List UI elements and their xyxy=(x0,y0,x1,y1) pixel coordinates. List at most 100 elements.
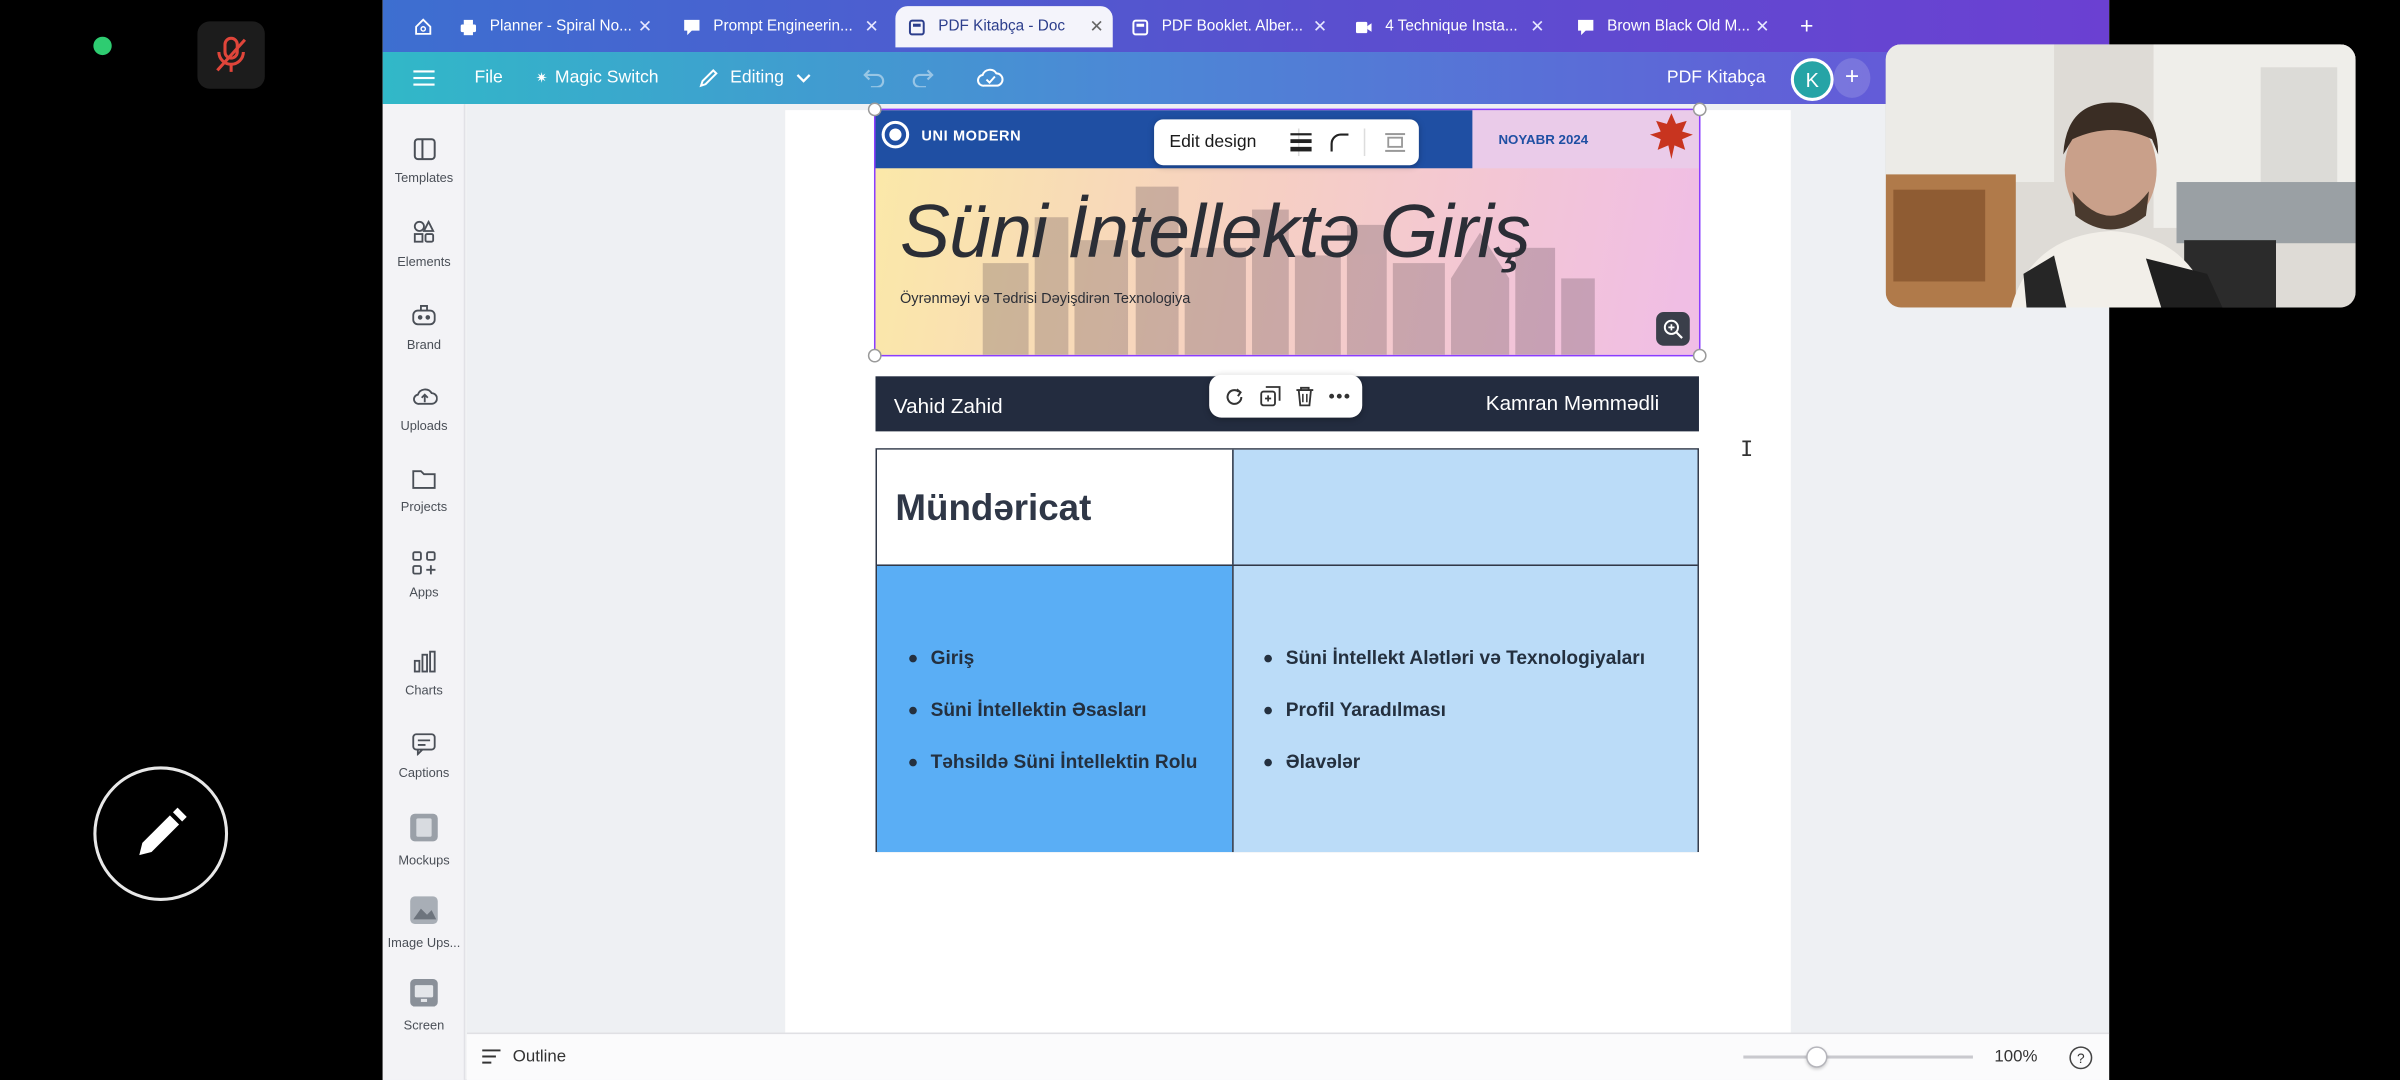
position-icon[interactable] xyxy=(1384,132,1407,153)
sidebar-item-label: Captions xyxy=(398,764,450,781)
tab-pdf-kitabca[interactable]: PDF Kitabça - Doc ✕ xyxy=(895,6,1113,48)
uploads-icon xyxy=(412,388,437,405)
sidebar-item-mockups[interactable]: Mockups xyxy=(383,812,466,867)
sidebar-item-label: Templates xyxy=(394,169,454,186)
magic-switch-button[interactable]: ✷ Magic Switch xyxy=(536,52,659,104)
tab-technique-insta[interactable]: 4 Technique Insta... ✕ xyxy=(1342,6,1553,47)
webcam-person-feed xyxy=(1885,44,2356,308)
sidebar-item-apps[interactable]: Apps xyxy=(383,551,466,600)
tab-brown-black[interactable]: Brown Black Old M... ✕ xyxy=(1564,6,1778,47)
avatar[interactable]: K xyxy=(1790,58,1834,101)
camera-active-indicator xyxy=(93,36,112,56)
file-menu[interactable]: File xyxy=(474,52,502,104)
close-tab-icon[interactable]: ✕ xyxy=(1089,17,1103,36)
table-of-contents[interactable]: Mündəricat Giriş Süni İntellektin Əsasla… xyxy=(875,448,1699,853)
sidebar-item-templates[interactable]: Templates xyxy=(383,138,466,185)
toc-title[interactable]: Mündəricat xyxy=(895,488,1091,531)
toc-title-cell[interactable]: Mündəricat xyxy=(877,449,1233,565)
zoom-level[interactable]: 100% xyxy=(1994,1048,2037,1066)
sidebar-item-uploads[interactable]: Uploads xyxy=(383,385,466,433)
sidebar-item-label: Uploads xyxy=(400,417,448,433)
video-icon xyxy=(1355,18,1373,36)
author-right[interactable]: Kamran Məmmədli xyxy=(1486,392,1659,415)
pencil-icon xyxy=(699,68,718,88)
sidebar-item-elements[interactable]: Elements xyxy=(383,220,466,269)
annotate-pencil-button[interactable] xyxy=(93,766,229,901)
invite-button[interactable]: + xyxy=(1833,58,1871,98)
captions-icon xyxy=(412,733,436,756)
list-item[interactable]: Süni İntellekt Alətləri və Texnologiyala… xyxy=(1264,647,1645,668)
screen-icon xyxy=(410,979,438,1007)
printer-icon xyxy=(459,18,477,36)
cloud-save-status[interactable] xyxy=(977,52,1005,104)
close-tab-icon[interactable]: ✕ xyxy=(1755,17,1769,36)
booklet-subtitle[interactable]: Öyrənməyi və Tədrisi Dəyişdirən Texnolog… xyxy=(900,291,1190,308)
home-tab[interactable] xyxy=(401,6,435,47)
list-item[interactable]: Əlavələr xyxy=(1264,751,1645,772)
toc-list-right: Süni İntellekt Alətləri və Texnologiyala… xyxy=(1264,647,1645,803)
sidebar-item-projects[interactable]: Projects xyxy=(383,468,466,514)
outline-button[interactable]: Outline xyxy=(482,1048,566,1066)
new-tab-button[interactable]: + xyxy=(1788,6,1825,47)
author-left[interactable]: Vahid Zahid xyxy=(894,395,1003,418)
trash-icon[interactable] xyxy=(1294,385,1314,407)
sidebar-item-captions[interactable]: Captions xyxy=(383,733,466,780)
close-tab-icon[interactable]: ✕ xyxy=(864,17,878,36)
duplicate-icon[interactable] xyxy=(1259,385,1280,407)
sidebar-item-screen[interactable]: Screen xyxy=(383,977,466,1033)
editing-mode-button[interactable]: Editing xyxy=(698,52,812,104)
outline-icon xyxy=(482,1049,501,1064)
brand-logo-icon xyxy=(884,123,907,146)
rotate-icon[interactable] xyxy=(1222,385,1245,408)
mic-muted-button[interactable] xyxy=(197,21,265,89)
more-options-icon[interactable] xyxy=(1328,393,1349,399)
line-weight-icon[interactable] xyxy=(1290,133,1312,152)
text-cursor-icon: I xyxy=(1740,437,1754,462)
comment-icon xyxy=(1577,18,1595,36)
tab-prompt-engineering[interactable]: Prompt Engineerin... ✕ xyxy=(670,6,887,47)
list-item[interactable]: Giriş xyxy=(909,647,1197,668)
booklet-title[interactable]: Süni İntellektə Giriş xyxy=(900,190,1531,276)
plus-icon: + xyxy=(1799,13,1814,40)
element-quick-toolbar xyxy=(1209,374,1363,418)
corner-rounding-icon[interactable] xyxy=(1329,132,1350,153)
sidebar-item-brand[interactable]: Brand xyxy=(383,303,466,352)
document-icon xyxy=(908,18,926,36)
tab-planner[interactable]: Planner - Spiral No... ✕ xyxy=(447,6,661,47)
sidebar-item-image-upscaler[interactable]: Image Ups... xyxy=(383,895,466,950)
brand-name: UNI MODERN xyxy=(921,128,1022,146)
zoom-slider[interactable] xyxy=(1743,1046,1973,1068)
list-item[interactable]: Profil Yaradılması xyxy=(1264,699,1645,720)
tab-label: PDF Kitabça - Doc xyxy=(938,18,1066,36)
redo-button[interactable] xyxy=(912,52,936,104)
toc-left-cell[interactable]: Giriş Süni İntellektin Əsasları Təhsildə… xyxy=(877,564,1233,853)
help-button[interactable]: ? xyxy=(2069,1046,2093,1070)
sidebar-item-label: Image Ups... xyxy=(387,934,461,950)
edit-design-button[interactable]: Edit design xyxy=(1154,133,1292,151)
maple-leaf-icon xyxy=(1649,113,1693,160)
document-title[interactable]: PDF Kitabça xyxy=(1667,52,1766,104)
bottom-bar: Outline 100% ? xyxy=(466,1032,2110,1080)
close-tab-icon[interactable]: ✕ xyxy=(1530,17,1544,36)
brand-icon xyxy=(412,305,436,326)
undo-button[interactable] xyxy=(860,52,885,104)
mockups-icon xyxy=(410,813,438,842)
mic-off-icon xyxy=(216,36,247,72)
list-item[interactable]: Təhsildə Süni İntellektin Rolu xyxy=(909,751,1197,772)
comment-icon xyxy=(683,18,701,36)
templates-icon xyxy=(413,138,435,161)
sidebar-item-label: Mockups xyxy=(398,852,450,868)
document-icon xyxy=(1131,18,1149,36)
close-tab-icon[interactable]: ✕ xyxy=(638,17,652,36)
close-tab-icon[interactable]: ✕ xyxy=(1313,17,1327,36)
divider xyxy=(1363,128,1366,157)
zoom-slider-handle[interactable] xyxy=(1806,1046,1828,1068)
toc-header-right-cell[interactable] xyxy=(1232,449,1698,565)
list-item[interactable]: Süni İntellektin Əsasları xyxy=(909,699,1197,720)
menu-button[interactable] xyxy=(413,52,435,104)
doc-title-label: PDF Kitabça xyxy=(1666,68,1766,88)
sidebar-item-charts[interactable]: Charts xyxy=(383,650,466,698)
tab-pdf-booklet[interactable]: PDF Booklet. Alber... ✕ xyxy=(1119,6,1336,47)
zoom-in-button[interactable] xyxy=(1656,312,1690,346)
toc-right-cell[interactable]: Süni İntellekt Alətləri və Texnologiyala… xyxy=(1232,564,1698,853)
